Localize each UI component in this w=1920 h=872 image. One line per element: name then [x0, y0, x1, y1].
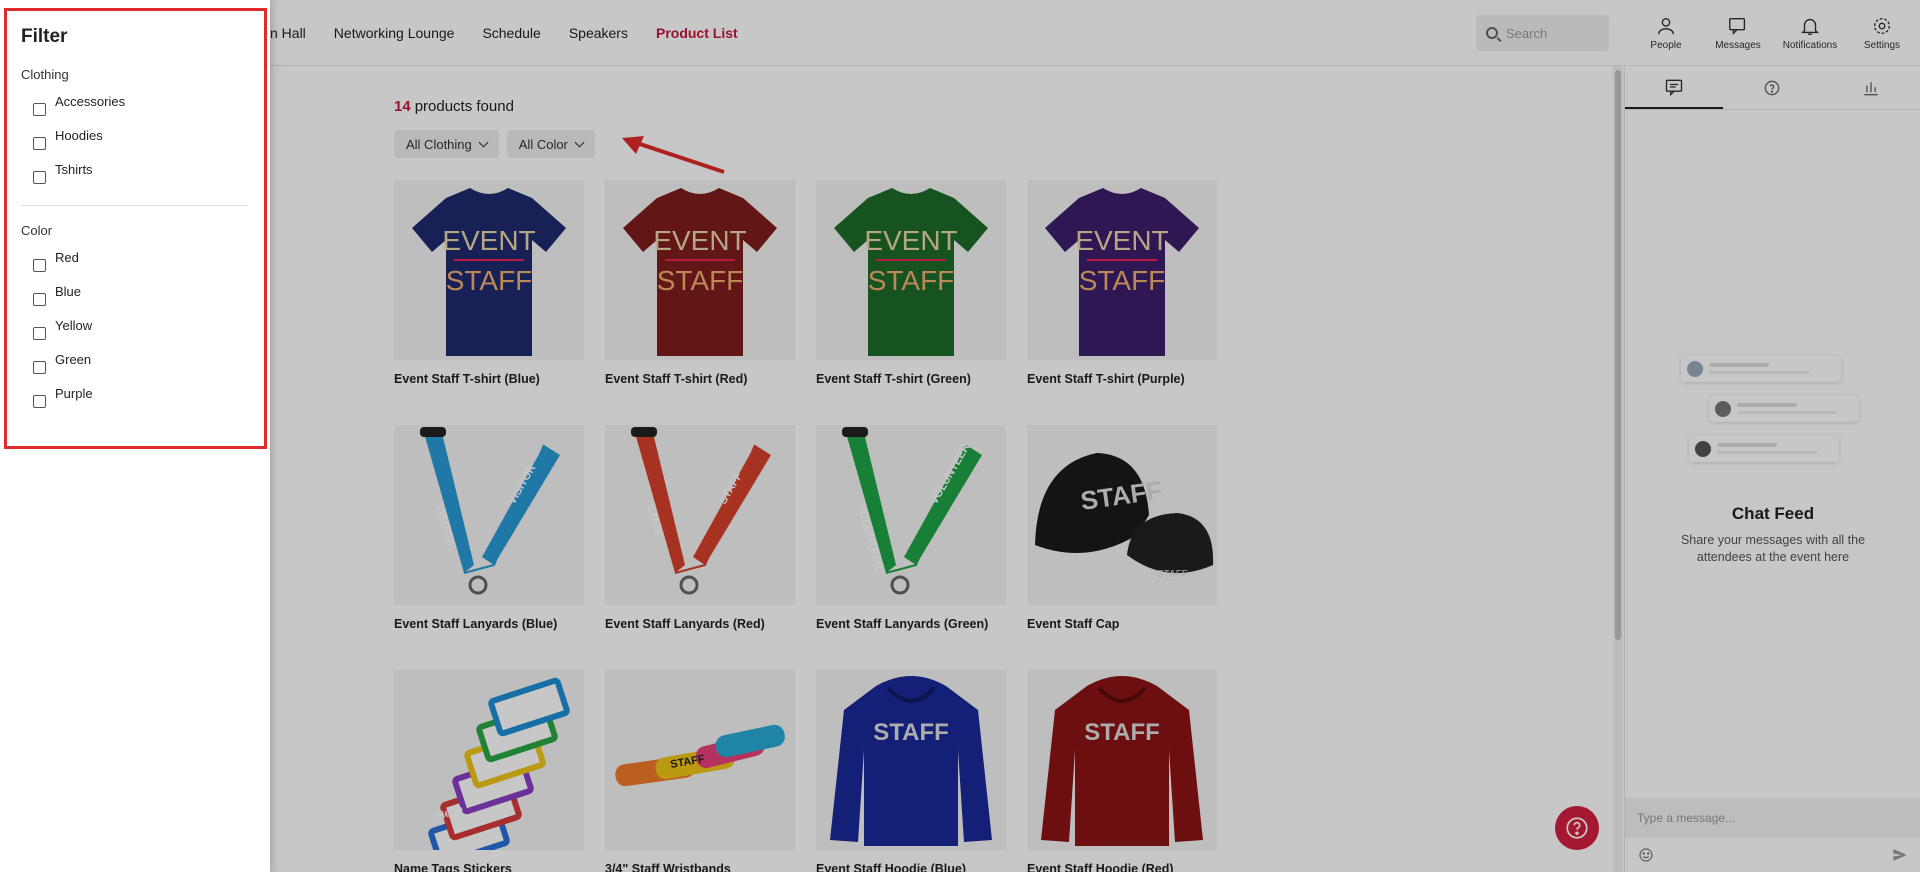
filter-drawer: Filter Clothing Accessories Hoodies Tshi… — [0, 0, 270, 872]
option-label: Blue — [55, 284, 82, 299]
checkbox[interactable] — [33, 171, 46, 184]
checkbox[interactable] — [33, 293, 46, 306]
checkbox[interactable] — [33, 327, 46, 340]
checkbox[interactable] — [33, 361, 46, 374]
filter-option-hoodies[interactable]: Hoodies — [33, 128, 103, 150]
option-label: Tshirts — [55, 162, 93, 177]
filter-option-green[interactable]: Green — [33, 352, 91, 374]
filter-option-yellow[interactable]: Yellow — [33, 318, 92, 340]
option-label: Yellow — [55, 318, 93, 333]
option-label: Purple — [55, 386, 93, 401]
checkbox[interactable] — [33, 137, 46, 150]
option-label: Red — [55, 250, 79, 265]
filter-title: Filter — [21, 26, 68, 47]
filter-option-red[interactable]: Red — [33, 250, 79, 272]
filter-option-purple[interactable]: Purple — [33, 386, 93, 408]
filter-option-accessories[interactable]: Accessories — [33, 94, 125, 116]
filter-section-clothing: Clothing — [21, 67, 69, 82]
filter-section-color: Color — [21, 223, 53, 238]
option-label: Accessories — [55, 94, 126, 109]
drawer-backdrop[interactable] — [270, 0, 1920, 872]
filter-option-tshirts[interactable]: Tshirts — [33, 162, 93, 184]
filter-option-blue[interactable]: Blue — [33, 284, 81, 306]
option-label: Green — [55, 352, 92, 367]
checkbox[interactable] — [33, 103, 46, 116]
option-label: Hoodies — [55, 128, 103, 143]
filter-divider — [21, 205, 248, 206]
checkbox[interactable] — [33, 395, 46, 408]
checkbox[interactable] — [33, 259, 46, 272]
